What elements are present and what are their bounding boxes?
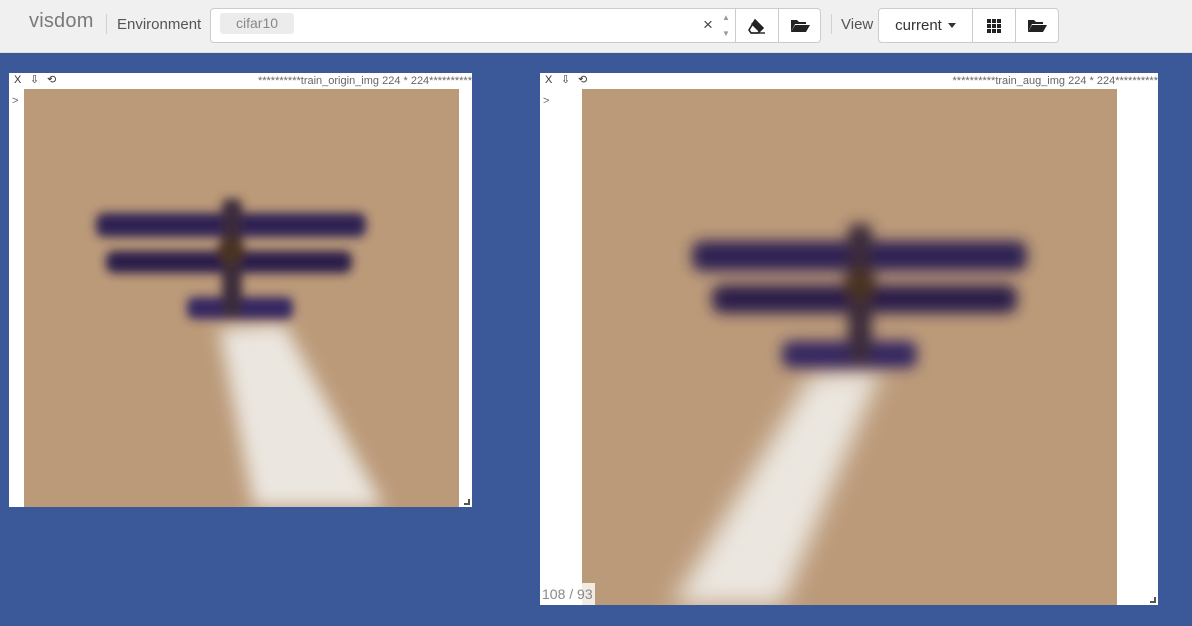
spin-up-icon[interactable]: ▲ (722, 14, 730, 22)
folder-open-icon (790, 20, 810, 32)
eraser-icon (748, 18, 765, 34)
resize-handle[interactable] (464, 499, 470, 505)
airplane-picture (24, 89, 459, 507)
repack-layout-button[interactable] (972, 8, 1016, 43)
view-select-button[interactable]: current (878, 8, 973, 43)
image-pane-origin[interactable]: X ⇩ ⟲ **********train_origin_img 224 * 2… (9, 73, 472, 507)
environment-label: Environment (117, 16, 202, 33)
clear-environment-button[interactable] (735, 8, 779, 43)
environment-select[interactable]: cifar10 × ▲ ▼ (210, 8, 736, 43)
download-icon[interactable]: ⇩ (30, 74, 39, 87)
pane-titlebar[interactable]: X ⇩ ⟲ **********train_aug_img 224 * 224*… (540, 73, 1158, 89)
airplane-image (24, 89, 459, 507)
grid-icon (987, 18, 1001, 33)
pane-prompt: > (12, 95, 19, 107)
navbar-divider (831, 14, 832, 34)
close-icon[interactable]: X (545, 74, 552, 87)
folder-open-icon (1028, 20, 1047, 32)
caret-down-icon (947, 23, 956, 28)
pane-title: **********train_aug_img 224 * 224*******… (952, 75, 1158, 87)
resize-handle[interactable] (1150, 597, 1156, 603)
view-value: current (895, 17, 942, 34)
pane-titlebar[interactable]: X ⇩ ⟲ **********train_origin_img 224 * 2… (9, 73, 472, 89)
close-icon[interactable]: X (14, 74, 21, 87)
airplane-picture (582, 89, 1117, 605)
spin-down-icon[interactable]: ▼ (722, 30, 730, 38)
manage-views-button[interactable] (1015, 8, 1059, 43)
manage-environments-button[interactable] (778, 8, 821, 43)
reset-icon[interactable]: ⟲ (578, 74, 587, 87)
download-icon[interactable]: ⇩ (561, 74, 570, 87)
environment-tag[interactable]: cifar10 (220, 13, 295, 34)
reset-icon[interactable]: ⟲ (47, 74, 56, 87)
view-label: View (841, 16, 874, 33)
pane-title: **********train_origin_img 224 * 224****… (257, 75, 472, 87)
image-counter: 108 / 93 (540, 583, 595, 605)
image-pane-augmented[interactable]: X ⇩ ⟲ **********train_aug_img 224 * 224*… (540, 73, 1158, 605)
brand-logo[interactable]: visdom (29, 10, 94, 33)
airplane-augmented-image (582, 89, 1117, 605)
navbar-divider (106, 14, 107, 34)
pane-prompt: > (543, 95, 550, 107)
clear-environment-icon[interactable]: × (703, 15, 713, 35)
top-navbar: visdom Environment cifar10 × ▲ ▼ View cu… (0, 0, 1192, 53)
